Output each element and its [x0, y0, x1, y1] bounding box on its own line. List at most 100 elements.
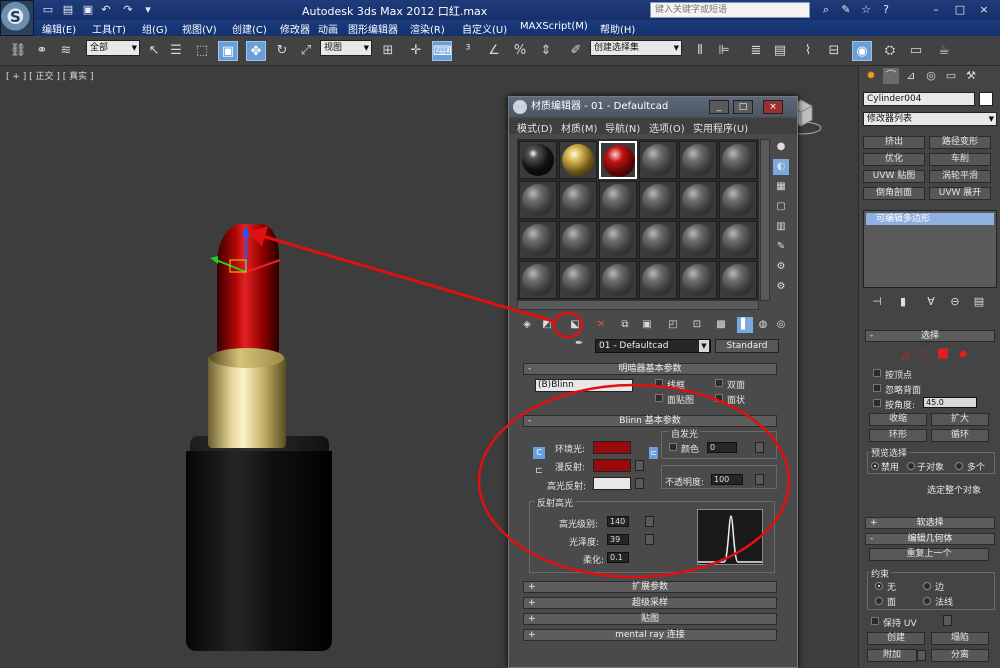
angle-spinner[interactable]: 45.0 [923, 397, 977, 408]
sample-slot[interactable] [599, 181, 637, 219]
constraint-face-radio[interactable] [875, 597, 883, 605]
material-name-field[interactable]: 01 - Defaultcad [595, 339, 711, 353]
diffuse-color-swatch[interactable] [593, 459, 631, 472]
sample-slot[interactable] [599, 221, 637, 259]
opacity-map-button[interactable] [755, 474, 764, 485]
diffuse-map-button[interactable] [635, 460, 644, 471]
preview-subobject-radio[interactable] [907, 462, 915, 470]
menu-rendering[interactable]: 渲染(R) [410, 21, 445, 36]
face-map-checkbox[interactable] [655, 394, 663, 402]
wrench-icon[interactable]: ✎ [838, 2, 854, 18]
lock-ambient-diffuse-icon[interactable]: C [533, 447, 545, 459]
sample-slot[interactable] [719, 221, 757, 259]
mental-ray-rollout[interactable]: + mental ray 连接 [523, 629, 777, 641]
material-editor-titlebar[interactable]: 材质编辑器 - 01 - Defaultcad _ □ × [509, 97, 797, 117]
make-unique-stack-icon[interactable]: ∀ [923, 294, 939, 310]
curve-editor-icon[interactable]: ⌇ [798, 41, 818, 61]
star-icon[interactable]: ☆ [858, 2, 874, 18]
specular-map-button[interactable] [635, 478, 644, 489]
link-icon[interactable]: ⛓ [8, 41, 28, 61]
menu-customize[interactable]: 自定义(U) [462, 21, 507, 36]
self-illum-color-checkbox[interactable] [669, 443, 677, 451]
repeat-last-button[interactable]: 重复上一个 [869, 548, 989, 561]
border-level-icon[interactable]: ◌ [915, 346, 931, 362]
modifier-extrude-button[interactable]: 挤出 [863, 136, 925, 149]
create-tab-icon[interactable]: ✹ [863, 68, 879, 84]
modifier-turbosmooth-button[interactable]: 涡轮平滑 [929, 170, 991, 183]
sample-slot[interactable] [639, 141, 677, 179]
shader-type-select[interactable]: (B)Blinn [535, 379, 633, 392]
modifier-uvwmap-button[interactable]: UVW 贴图 [863, 170, 925, 183]
select-by-name-icon[interactable]: ☰ [166, 41, 186, 61]
spec-level-spinner[interactable]: 140 [607, 516, 629, 527]
preview-off-radio[interactable] [871, 462, 879, 470]
search-input[interactable]: 键入关键字或短语 [650, 2, 810, 18]
menu-modifiers[interactable]: 修改器 [280, 21, 310, 36]
material-editor-icon[interactable]: ◉ [852, 41, 872, 61]
copy-material-icon[interactable]: ⧉ [617, 317, 633, 333]
graphite-ribbon-icon[interactable]: ▤ [770, 41, 790, 61]
editor-close-icon[interactable]: × [763, 100, 783, 114]
move-icon[interactable]: ✥ [246, 41, 266, 61]
specular-color-swatch[interactable] [593, 477, 631, 490]
me-menu-modes[interactable]: 模式(D) [517, 120, 553, 135]
sample-slot[interactable] [639, 221, 677, 259]
sample-slot[interactable] [559, 221, 597, 259]
make-preview-icon[interactable]: ✎ [773, 239, 789, 255]
by-angle-checkbox[interactable] [873, 399, 881, 407]
constraint-edge-radio[interactable] [923, 582, 931, 590]
motion-tab-icon[interactable]: ◎ [923, 68, 939, 84]
menu-create[interactable]: 创建(C) [232, 21, 267, 36]
vertex-level-icon[interactable]: · [879, 346, 895, 362]
material-editor-window[interactable]: 材质编辑器 - 01 - Defaultcad _ □ × 模式(D) 材质(M… [508, 96, 798, 668]
menu-help[interactable]: 帮助(H) [600, 21, 635, 36]
wire-checkbox[interactable] [655, 379, 663, 387]
dropdown-icon[interactable]: ▾ [140, 2, 156, 18]
supersampling-rollout[interactable]: + 超级采样 [523, 597, 777, 609]
close-icon[interactable]: × [976, 2, 992, 18]
scale-icon[interactable]: ⤢ [296, 41, 316, 61]
window-crossing-icon[interactable]: ▣ [218, 41, 238, 61]
mirror-icon[interactable]: ⫴ [690, 41, 710, 61]
editor-minimize-icon[interactable]: _ [709, 100, 729, 114]
sample-slot[interactable] [559, 141, 597, 179]
sample-slot[interactable] [599, 261, 637, 299]
glossiness-spinner[interactable]: 39 [607, 534, 629, 545]
background-icon[interactable]: ▦ [773, 179, 789, 195]
help-icon[interactable]: ? [878, 2, 894, 18]
me-menu-material[interactable]: 材质(M) [561, 120, 597, 135]
pin-stack-icon[interactable]: ⊣ [869, 294, 885, 310]
binoculars-icon[interactable]: ⌕ [818, 2, 834, 18]
object-color-swatch[interactable] [979, 92, 993, 106]
self-illum-map-button[interactable] [755, 442, 764, 453]
blinn-rollout-header[interactable]: - Blinn 基本参数 [523, 415, 777, 427]
modifier-pathdeform-button[interactable]: 路径变形 [929, 136, 991, 149]
pivot-center-icon[interactable]: ⊞ [378, 41, 398, 61]
spec-level-map-button[interactable] [645, 516, 654, 527]
show-map-icon[interactable]: ▩ [713, 317, 729, 333]
soften-spinner[interactable]: 0.1 [607, 552, 629, 563]
sample-slot[interactable] [679, 261, 717, 299]
attach-button[interactable]: 附加 [867, 649, 917, 662]
loop-button[interactable]: 循环 [931, 429, 989, 442]
viewport-label[interactable]: [ + ] [ 正交 ] [ 真实 ] [6, 69, 94, 82]
go-to-parent-icon[interactable]: ◍ [755, 317, 771, 333]
maximize-icon[interactable]: □ [952, 2, 968, 18]
schematic-view-icon[interactable]: ⊟ [824, 41, 844, 61]
menu-animation[interactable]: 动画 [318, 21, 338, 36]
modifier-lathe-button[interactable]: 车削 [929, 153, 991, 166]
sample-slot[interactable] [719, 181, 757, 219]
opacity-spinner[interactable]: 100 [711, 474, 743, 485]
rect-selection-icon[interactable]: ⬚ [192, 41, 212, 61]
edit-named-sets-icon[interactable]: ✐ [566, 41, 586, 61]
self-illum-spinner[interactable]: 0 [707, 442, 737, 453]
undo-icon[interactable]: ↶ [98, 2, 114, 18]
extended-params-rollout[interactable]: + 扩展参数 [523, 581, 777, 593]
assign-to-selection-icon[interactable]: ⬕ [567, 317, 583, 333]
rendered-frame-icon[interactable]: ▭ [906, 41, 926, 61]
sample-slot[interactable] [519, 141, 557, 179]
spinner-snap-icon[interactable]: ⇕ [536, 41, 556, 61]
element-level-icon[interactable]: ◆ [955, 346, 971, 362]
constraint-normal-radio[interactable] [923, 597, 931, 605]
show-end-result-stack-icon[interactable]: ▮ [895, 294, 911, 310]
